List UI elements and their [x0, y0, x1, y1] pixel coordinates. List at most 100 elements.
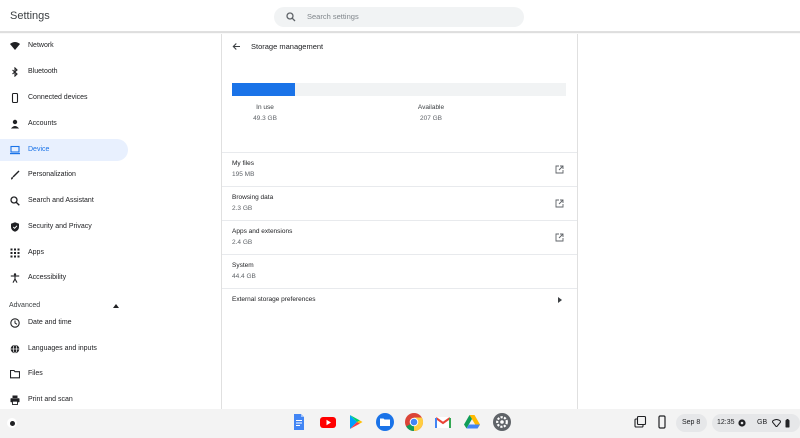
launcher-icon[interactable]: [7, 418, 17, 428]
available-stat: Available 207 GB: [401, 104, 461, 122]
date-pill[interactable]: Sep 8: [676, 414, 707, 432]
notification-dot-icon: [738, 419, 746, 427]
in-use-label: In use: [256, 104, 274, 111]
app-header: Settings Search settings: [0, 0, 800, 33]
sidebar-item-label: Accounts: [28, 120, 57, 127]
sidebar-item-label: Files: [28, 370, 43, 377]
row-title: Apps and extensions: [232, 228, 293, 235]
gmail-icon[interactable]: [433, 412, 453, 432]
sidebar-item-label: Device: [28, 146, 50, 153]
sidebar-item-apps[interactable]: Apps: [0, 242, 128, 264]
sidebar-item-accessibility[interactable]: Accessibility: [0, 267, 128, 289]
sidebar-item-print-and-scan[interactable]: Print and scan: [0, 389, 128, 411]
row-title: System: [232, 262, 254, 269]
storage-usage-fill: [232, 83, 296, 96]
sidebar-item-network[interactable]: Network: [0, 35, 128, 57]
sidebar-item-label: Personalization: [28, 171, 76, 178]
files-icon[interactable]: [375, 412, 395, 432]
sidebar-item-label: Apps: [28, 249, 44, 256]
phone-hub-icon[interactable]: [655, 415, 669, 429]
in-use-stat: In use 49.3 GB: [235, 104, 295, 122]
sidebar-item-connected-devices[interactable]: Connected devices: [0, 87, 128, 109]
shelf: Sep 8 12:35 GB: [0, 409, 800, 438]
sidebar-item-label: Network: [28, 42, 54, 49]
row-value: 2.4 GB: [232, 239, 253, 246]
open-in-new-icon[interactable]: [555, 165, 564, 174]
bluetooth-icon: [12, 67, 18, 77]
sidebar-item-label: Search and Assistant: [28, 197, 94, 204]
sidebar-item-label: Security and Privacy: [28, 223, 92, 230]
sidebar-item-label: Bluetooth: [28, 68, 58, 75]
chevron-right-icon: [558, 297, 562, 303]
wifi-icon: [10, 42, 20, 50]
grid-icon: [10, 248, 20, 258]
youtube-icon[interactable]: [318, 412, 338, 432]
chrome-icon[interactable]: [404, 412, 424, 432]
brush-icon: [11, 170, 20, 180]
locale-text: GB: [757, 419, 768, 426]
sidebar-item-languages-and-inputs[interactable]: Languages and inputs: [0, 338, 128, 360]
search-icon: [286, 12, 296, 22]
window-overview-icon[interactable]: [633, 415, 647, 429]
sidebar-item-label: Languages and inputs: [28, 345, 97, 352]
row-value: 2.3 GB: [232, 205, 253, 212]
sidebar-item-label: Connected devices: [28, 94, 88, 101]
storage-row-apps-and-extensions[interactable]: Apps and extensions 2.4 GB: [222, 221, 577, 255]
sidebar-item-label: Date and time: [28, 319, 72, 326]
open-in-new-icon[interactable]: [555, 199, 564, 208]
sidebar-item-label: Print and scan: [28, 396, 73, 403]
search-box[interactable]: Search settings: [274, 7, 524, 27]
sidebar: Network Bluetooth Connected devices Acco…: [0, 34, 220, 409]
search-input[interactable]: Search settings: [307, 12, 359, 21]
sidebar-item-label: Accessibility: [28, 274, 67, 281]
globe-icon: [10, 344, 20, 354]
time-text: 12:35: [717, 419, 735, 426]
sidebar-item-security-and-privacy[interactable]: Security and Privacy: [0, 216, 128, 238]
storage-row-my-files[interactable]: My files 195 MB: [222, 153, 577, 187]
status-area[interactable]: 12:35 GB: [712, 414, 800, 432]
drive-icon[interactable]: [462, 412, 482, 432]
storage-usage-bar: [232, 83, 566, 96]
accessibility-icon: [10, 273, 20, 283]
available-value: 207 GB: [419, 115, 443, 122]
battery-icon: [785, 418, 790, 427]
shield-icon: [11, 222, 19, 232]
play-store-icon[interactable]: [346, 412, 366, 432]
available-label: Available: [417, 104, 445, 111]
app-title: Settings: [10, 10, 50, 22]
date-text: Sep 8: [682, 419, 701, 426]
sidebar-item-accounts[interactable]: Accounts: [0, 113, 128, 135]
sidebar-item-files[interactable]: Files: [0, 363, 128, 385]
printer-icon: [10, 395, 20, 405]
row-title: My files: [232, 160, 255, 167]
person-icon: [11, 119, 19, 129]
page-title: Storage management: [251, 42, 324, 51]
sidebar-item-date-and-time[interactable]: Date and time: [0, 312, 128, 334]
clock-icon: [10, 318, 20, 328]
sidebar-item-bluetooth[interactable]: Bluetooth: [0, 61, 128, 83]
sidebar-item-search-and-assistant[interactable]: Search and Assistant: [0, 190, 128, 212]
storage-management-page: Storage management In use 49.3 GB Availa…: [222, 34, 577, 409]
row-title: Browsing data: [232, 194, 274, 201]
chevron-up-icon: [113, 304, 119, 308]
row-value: 195 MB: [232, 171, 255, 178]
row-value: 44.4 GB: [232, 273, 256, 280]
in-use-value: 49.3 GB: [253, 115, 277, 122]
back-arrow-icon[interactable]: [232, 42, 241, 51]
row-title: External storage preferences: [232, 296, 316, 303]
content-divider: [577, 34, 578, 409]
folder-icon: [10, 369, 20, 379]
phone-icon: [11, 93, 19, 103]
wifi-status-icon: [772, 419, 781, 427]
advanced-label: Advanced: [9, 302, 41, 309]
search-icon: [10, 196, 20, 206]
external-storage-preferences-row[interactable]: External storage preferences: [222, 289, 577, 311]
sidebar-item-personalization[interactable]: Personalization: [0, 164, 128, 186]
storage-row-browsing-data[interactable]: Browsing data 2.3 GB: [222, 187, 577, 221]
open-in-new-icon[interactable]: [555, 233, 564, 242]
storage-row-system: System 44.4 GB: [222, 255, 577, 289]
sidebar-item-device[interactable]: Device: [0, 139, 128, 161]
laptop-icon: [10, 145, 20, 155]
docs-icon[interactable]: [289, 412, 309, 432]
settings-icon[interactable]: [492, 412, 512, 432]
